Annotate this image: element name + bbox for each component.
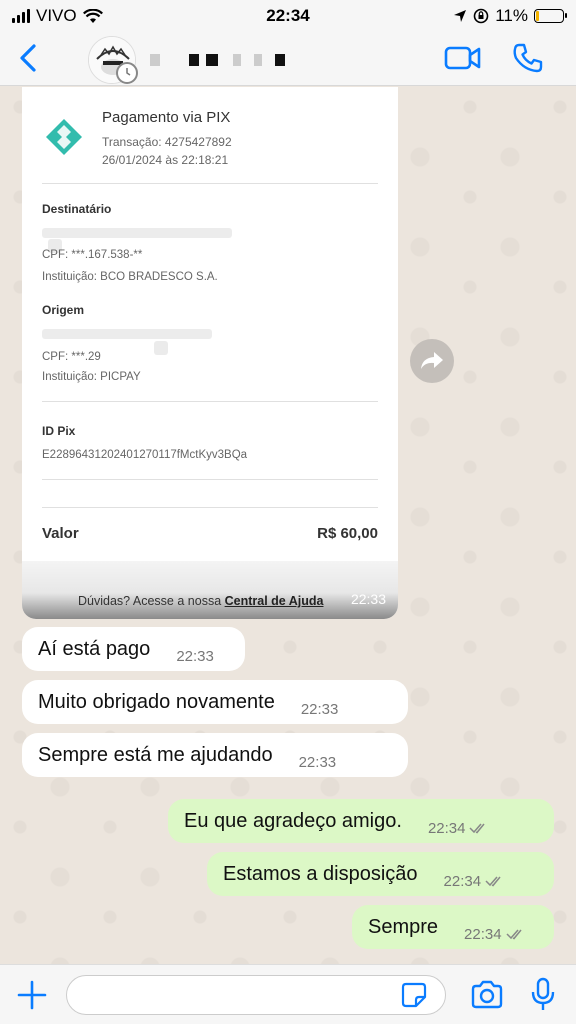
message-incoming[interactable]: Sempre está me ajudando 22:33 xyxy=(22,733,408,777)
clock-icon xyxy=(116,62,138,84)
rotation-lock-icon xyxy=(473,8,489,24)
origem-institution: Instituição: PICPAY xyxy=(42,371,141,383)
message-text: Muito obrigado novamente xyxy=(38,690,275,713)
phone-icon[interactable] xyxy=(512,42,544,74)
message-outgoing[interactable]: Sempre 22:34 xyxy=(352,905,554,949)
origem-cpf: CPF: ***.29 xyxy=(42,351,101,363)
receipt-transaction: Transação: 4275427892 xyxy=(102,135,232,149)
help-center-link[interactable]: Central de Ajuda xyxy=(225,594,324,608)
destinatario-name-redacted xyxy=(42,228,232,238)
forward-icon xyxy=(421,352,443,369)
pix-receipt-image[interactable]: Pagamento via PIX Transação: 4275427892 … xyxy=(22,87,398,619)
valor-amount: R$ 60,00 xyxy=(317,525,378,542)
read-receipt-icon xyxy=(469,823,486,834)
receipt-divider xyxy=(42,507,378,508)
forward-button[interactable] xyxy=(410,339,454,383)
receipt-footer: Dúvidas? Acesse a nossa Central de Ajuda… xyxy=(22,561,398,619)
plus-icon[interactable] xyxy=(16,979,48,1011)
origem-name-redacted xyxy=(42,329,212,339)
valor-label: Valor xyxy=(42,525,79,542)
message-time: 22:33 xyxy=(298,753,337,771)
message-time: 22:34 xyxy=(464,925,502,943)
receipt-divider xyxy=(42,183,378,184)
message-input[interactable] xyxy=(66,975,446,1015)
receipt-date: 26/01/2024 às 22:18:21 xyxy=(102,153,229,167)
camera-icon[interactable] xyxy=(470,980,504,1010)
status-bar: VIVO 22:34 11% xyxy=(0,0,576,32)
message-text: Estamos a disposição xyxy=(223,862,418,885)
origem-label: Origem xyxy=(42,303,85,317)
message-time: 22:33 xyxy=(300,700,339,718)
help-prompt: Dúvidas? Acesse a nossa xyxy=(78,594,225,608)
read-receipt-icon xyxy=(506,929,522,940)
pix-logo-icon xyxy=(46,119,82,155)
message-text: Aí está pago xyxy=(38,637,151,660)
contact-name[interactable] xyxy=(150,49,286,70)
message-time: 22:34 xyxy=(427,819,466,837)
chat-area[interactable]: Pagamento via PIX Transação: 4275427892 … xyxy=(0,87,576,964)
idpix-label: ID Pix xyxy=(42,424,76,438)
redaction-mark xyxy=(154,341,168,355)
mic-icon[interactable] xyxy=(530,977,556,1013)
message-text: Eu que agradeço amigo. xyxy=(184,809,402,832)
message-text: Sempre xyxy=(368,915,439,938)
receipt-title: Pagamento via PIX xyxy=(102,109,231,126)
read-receipt-icon xyxy=(485,876,501,887)
message-time: 22:33 xyxy=(350,591,386,607)
receipt-footer-text: Dúvidas? Acesse a nossa Central de Ajuda xyxy=(78,594,323,608)
sticker-icon[interactable] xyxy=(400,981,428,1009)
destinatario-cpf: CPF: ***.167.538-** xyxy=(42,249,143,261)
message-time: 22:33 xyxy=(176,647,214,665)
chat-header xyxy=(0,32,576,86)
destinatario-label: Destinatário xyxy=(42,202,112,216)
message-incoming[interactable]: Aí está pago 22:33 xyxy=(22,627,245,671)
status-right: 11% xyxy=(453,6,567,26)
message-outgoing[interactable]: Eu que agradeço amigo. 22:34 xyxy=(168,799,554,843)
destinatario-institution: Instituição: BCO BRADESCO S.A. xyxy=(42,271,218,283)
message-incoming[interactable]: Muito obrigado novamente 22:33 xyxy=(22,680,408,724)
back-icon[interactable] xyxy=(14,42,42,74)
video-call-icon[interactable] xyxy=(444,44,482,72)
battery-fill xyxy=(536,11,539,21)
battery-percent: 11% xyxy=(495,6,528,25)
input-bar xyxy=(0,964,576,1024)
message-text: Sempre está me ajudando xyxy=(38,743,273,766)
receipt-divider xyxy=(42,401,378,402)
message-outgoing[interactable]: Estamos a disposição 22:34 xyxy=(207,852,554,896)
message-time: 22:34 xyxy=(443,872,482,890)
idpix-value: E22896431202401270117fMctKyv3BQa xyxy=(42,449,248,461)
receipt-divider xyxy=(42,479,378,480)
battery-icon xyxy=(534,9,567,23)
location-icon xyxy=(454,10,467,22)
